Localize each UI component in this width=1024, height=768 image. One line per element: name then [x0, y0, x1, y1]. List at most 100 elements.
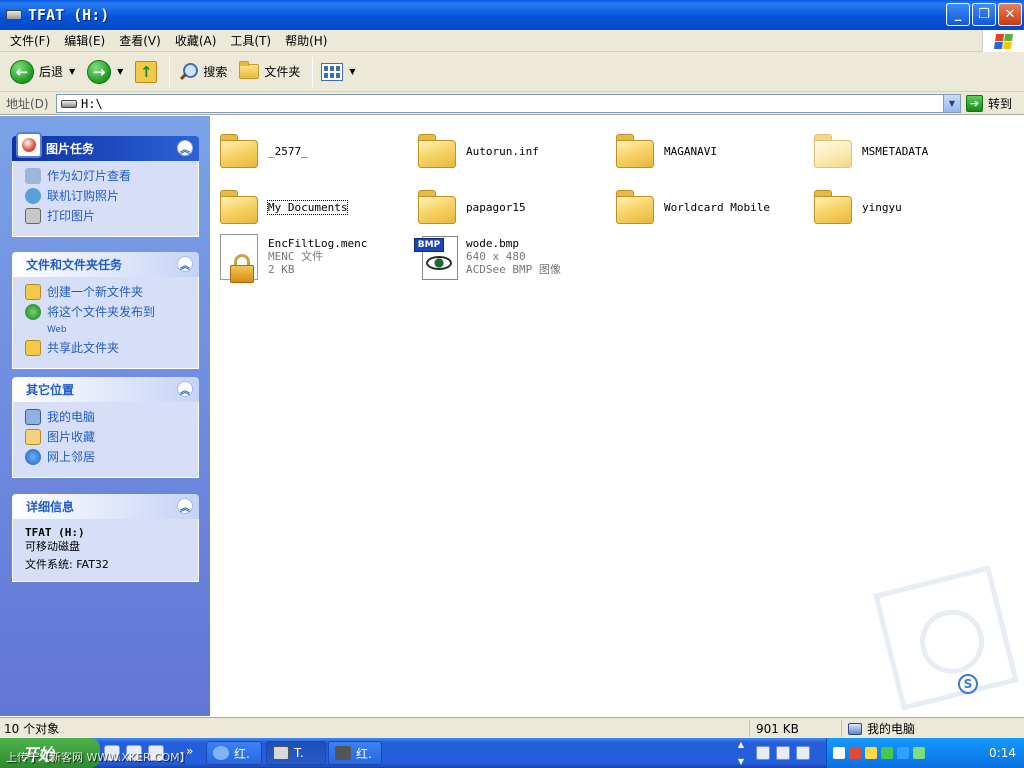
taskbar-item-label: 红.: [234, 746, 250, 761]
file-item-folder[interactable]: papagor15: [418, 180, 526, 224]
file-item-folder[interactable]: yingyu: [814, 180, 902, 224]
my-computer-icon: [25, 409, 41, 425]
place-my-computer[interactable]: 我的电脑: [25, 409, 188, 425]
help-icon[interactable]: [776, 746, 790, 760]
file-name: MSMETADATA: [862, 145, 929, 158]
file-size: 2 KB: [268, 263, 295, 276]
task-print-pictures[interactable]: 打印图片: [25, 208, 188, 224]
file-item-folder-hidden[interactable]: MSMETADATA: [814, 124, 929, 168]
tray-arrow-icon[interactable]: [833, 747, 845, 759]
status-size: 901 KB: [752, 720, 842, 737]
forward-dropdown-icon[interactable]: ▼: [117, 67, 123, 76]
menu-help[interactable]: 帮助(H): [279, 32, 333, 49]
address-input[interactable]: H:\ ▼: [56, 94, 961, 113]
task-new-folder[interactable]: 创建一个新文件夹: [25, 284, 188, 300]
file-item-folder[interactable]: My Documents: [220, 180, 349, 224]
back-dropdown-icon[interactable]: ▼: [69, 67, 75, 76]
views-button[interactable]: ▼: [317, 55, 359, 89]
menu-view[interactable]: 查看(V): [113, 32, 167, 49]
toolbar-mini-icons: [756, 746, 810, 760]
go-button[interactable]: ➔ 转到: [966, 95, 1012, 112]
maximize-button[interactable]: ❐: [972, 3, 996, 26]
details-header[interactable]: 详细信息 ︽: [12, 494, 199, 519]
windows-flag-icon: [993, 33, 1014, 49]
task-share-folder[interactable]: 共享此文件夹: [25, 340, 188, 356]
back-button[interactable]: ← 后退 ▼: [6, 55, 79, 89]
place-network[interactable]: 网上邻居: [25, 449, 188, 465]
file-item-menc[interactable]: EncFiltLog.menc MENC 文件 2 KB: [220, 234, 367, 283]
file-type: ACDSee BMP 图像: [466, 263, 561, 276]
minimize-button[interactable]: _: [946, 3, 970, 26]
views-dropdown-icon[interactable]: ▼: [349, 67, 355, 76]
tray-app-icon[interactable]: [865, 747, 877, 759]
ie-icon[interactable]: [756, 746, 770, 760]
taskbar-item-acdsee[interactable]: 红.: [328, 741, 382, 765]
other-places-header[interactable]: 其它位置 ︽: [12, 377, 199, 402]
details-title: 详细信息: [26, 500, 75, 514]
title-bar[interactable]: TFAT (H:) _ ❐ ✕: [0, 0, 1024, 30]
address-bar: 地址(D) H:\ ▼ ➔ 转到: [0, 92, 1024, 115]
search-button[interactable]: 搜索: [174, 55, 231, 89]
tray-network-icon[interactable]: [881, 747, 893, 759]
file-type: MENC 文件: [268, 250, 324, 263]
picture-tasks-icon: [16, 132, 42, 158]
task-slideshow[interactable]: 作为幻灯片查看: [25, 168, 188, 184]
my-pictures-icon: [25, 429, 41, 445]
task-order-prints[interactable]: 联机订购照片: [25, 188, 188, 204]
file-item-folder[interactable]: _2577_: [220, 124, 308, 168]
folder-icon: [616, 190, 654, 224]
toolbar: ← 后退 ▼ → ▼ ↑ 搜索 文件夹 ▼: [0, 52, 1024, 92]
folder-icon: [418, 190, 456, 224]
collapse-chevron-icon[interactable]: ︽: [177, 140, 193, 156]
tray-app-icon[interactable]: [897, 747, 909, 759]
share-folder-icon: [25, 340, 41, 356]
clock[interactable]: 0:14: [989, 746, 1016, 760]
file-item-folder[interactable]: MAGANAVI: [616, 124, 717, 168]
taskbar-item-explorer[interactable]: T.: [266, 741, 326, 765]
watermark-logo: S: [958, 674, 978, 694]
folder-icon: [616, 134, 654, 168]
file-tasks-title: 文件和文件夹任务: [26, 258, 123, 272]
folder-icon: [418, 134, 456, 168]
status-location: 我的电脑: [844, 720, 1024, 737]
task-pane: 图片任务 ︽ 作为幻灯片查看 联机订购照片 打印图片 文件和文件夹任务 ︽ 创建…: [0, 116, 210, 716]
watermark-upload-text: 上传于【新客网 WWW.XKER.COM】: [6, 751, 191, 764]
menu-favorites[interactable]: 收藏(A): [169, 32, 223, 49]
forward-button[interactable]: → ▼: [83, 55, 127, 89]
collapse-chevron-icon[interactable]: ︽: [177, 498, 193, 514]
other-places-title: 其它位置: [26, 383, 75, 397]
menu-edit[interactable]: 编辑(E): [58, 32, 111, 49]
menu-file[interactable]: 文件(F): [4, 32, 56, 49]
task-label: 联机订购照片: [47, 189, 120, 203]
tray-app-icon[interactable]: [913, 747, 925, 759]
file-item-folder[interactable]: Worldcard Mobile: [616, 180, 770, 224]
collapse-chevron-icon[interactable]: ︽: [177, 381, 193, 397]
menu-tools[interactable]: 工具(T): [224, 32, 277, 49]
picture-tasks-header[interactable]: 图片任务 ︽: [12, 132, 199, 161]
collapse-chevron-icon[interactable]: ︽: [177, 256, 193, 272]
pin-icon[interactable]: [796, 746, 810, 760]
address-dropdown-icon[interactable]: ▼: [943, 95, 960, 112]
file-tasks-panel: 文件和文件夹任务 ︽ 创建一个新文件夹 将这个文件夹发布到 Web 共享此文件夹: [12, 252, 199, 369]
picture-tasks-body: 作为幻灯片查看 联机订购照片 打印图片: [12, 161, 199, 237]
file-tasks-header[interactable]: 文件和文件夹任务 ︽: [12, 252, 199, 277]
close-button[interactable]: ✕: [998, 3, 1022, 26]
task-publish-web[interactable]: 将这个文件夹发布到 Web: [25, 304, 188, 336]
my-computer-icon: [848, 722, 862, 735]
file-name: MAGANAVI: [664, 145, 717, 158]
taskbar-item-ie[interactable]: 红.: [206, 741, 262, 765]
taskbar-scroll[interactable]: ▲ ▼: [734, 740, 748, 766]
details-panel: 详细信息 ︽ TFAT (H:) 可移动磁盘 文件系统: FAT32: [12, 494, 199, 582]
tray-app-icon[interactable]: [849, 747, 861, 759]
file-item-folder[interactable]: Autorun.inf: [418, 124, 539, 168]
folders-button[interactable]: 文件夹: [235, 55, 304, 89]
toolbar-separator: [169, 56, 171, 87]
file-name: My Documents: [266, 200, 349, 215]
place-my-pictures[interactable]: 图片收藏: [25, 429, 188, 445]
locked-file-icon: [220, 234, 260, 283]
up-button[interactable]: ↑: [131, 55, 161, 89]
folders-icon: [239, 61, 260, 79]
file-item-bmp[interactable]: BMP wode.bmp 640 x 480 ACDSee BMP 图像: [414, 234, 561, 282]
windows-logo: [982, 30, 1024, 52]
file-name: wode.bmp: [466, 237, 519, 250]
